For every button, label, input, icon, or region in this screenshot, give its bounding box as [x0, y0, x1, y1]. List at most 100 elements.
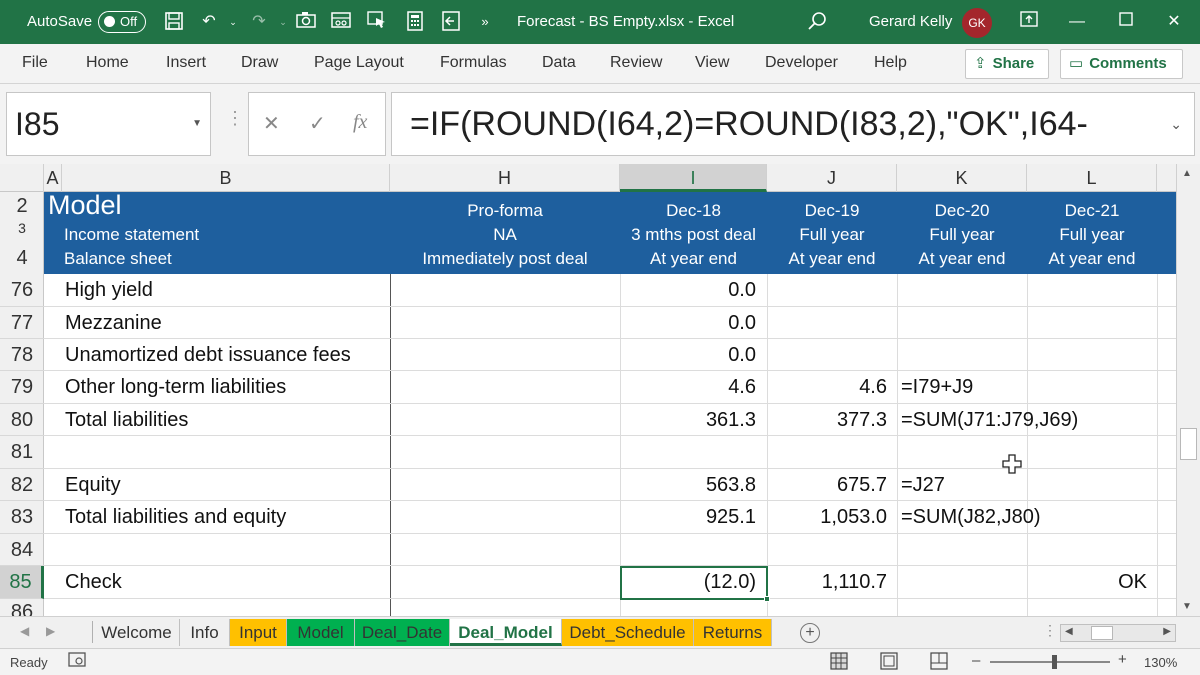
- cell-l83[interactable]: [1027, 501, 1147, 533]
- cell-k79[interactable]: =I79+J9: [901, 371, 973, 403]
- enter-icon[interactable]: ✓: [309, 111, 326, 136]
- undo-icon[interactable]: ↶: [198, 11, 220, 33]
- share-button[interactable]: ⇪ Share: [965, 49, 1049, 79]
- vertical-scroll-thumb[interactable]: [1180, 428, 1197, 460]
- row-header-79[interactable]: 79: [0, 371, 44, 404]
- row-header-84[interactable]: 84: [0, 534, 44, 566]
- fill-handle[interactable]: [764, 596, 770, 602]
- column-header-k[interactable]: K: [897, 164, 1027, 192]
- undo-dropdown-icon[interactable]: ⌄: [222, 11, 244, 33]
- horizontal-scrollbar[interactable]: ◀ ▶: [1060, 624, 1176, 642]
- sheet-tab-model[interactable]: Model: [287, 619, 355, 646]
- row-header-81[interactable]: 81: [0, 436, 44, 469]
- sheet-tab-deal-model[interactable]: Deal_Model: [450, 619, 562, 646]
- scroll-left-icon[interactable]: ◀: [1065, 626, 1073, 637]
- row-header-77[interactable]: 77: [0, 307, 44, 339]
- column-header-i[interactable]: I: [620, 164, 767, 192]
- redo-dropdown-icon[interactable]: ⌄: [272, 11, 294, 33]
- scroll-up-icon[interactable]: ▲: [1182, 168, 1192, 179]
- cell-b79[interactable]: Other long-term liabilities: [65, 371, 286, 403]
- tab-data[interactable]: Data: [542, 54, 576, 72]
- previous-sheet-icon[interactable]: ◀: [20, 624, 29, 638]
- cell-i80[interactable]: 361.3: [620, 404, 756, 436]
- cell-l80[interactable]: [1027, 404, 1147, 436]
- zoom-in-icon[interactable]: +: [1118, 651, 1127, 668]
- expand-formula-bar-icon[interactable]: ⌄: [1170, 93, 1182, 155]
- cell-k82[interactable]: =J27: [901, 469, 945, 501]
- cell-j82[interactable]: 675.7: [767, 469, 887, 501]
- sheet-tab-deal-date[interactable]: Deal_Date: [355, 619, 450, 646]
- redo-icon[interactable]: ↷: [248, 11, 270, 33]
- cell-i81[interactable]: [620, 436, 756, 468]
- cell-l76[interactable]: [1027, 274, 1147, 306]
- cell-i83[interactable]: 925.1: [620, 501, 756, 533]
- cell-l77[interactable]: [1027, 307, 1147, 339]
- row-header-3[interactable]: 3: [0, 221, 44, 235]
- tab-formulas[interactable]: Formulas: [440, 54, 507, 72]
- row-header-78[interactable]: 78: [0, 339, 44, 371]
- comments-button[interactable]: ▭ Comments: [1060, 49, 1183, 79]
- name-box[interactable]: I85 ▼: [6, 92, 211, 156]
- column-header-a[interactable]: A: [44, 164, 62, 192]
- formula-input[interactable]: =IF(ROUND(I64,2)=ROUND(I83,2),"OK",I64- …: [391, 92, 1195, 156]
- row-header-80[interactable]: 80: [0, 404, 44, 436]
- tab-view[interactable]: View: [695, 54, 729, 72]
- cell-l85[interactable]: OK: [1027, 566, 1147, 598]
- cell-j79[interactable]: 4.6: [767, 371, 887, 403]
- autosave-toggle[interactable]: Off: [98, 11, 146, 33]
- cell-b82[interactable]: Equity: [65, 469, 121, 501]
- tab-draw[interactable]: Draw: [241, 54, 278, 72]
- sheet-tab-debt-schedule[interactable]: Debt_Schedule: [562, 619, 694, 646]
- tab-page-layout[interactable]: Page Layout: [314, 54, 404, 72]
- tab-developer[interactable]: Developer: [765, 54, 838, 72]
- add-sheet-icon[interactable]: +: [800, 623, 820, 643]
- accessibility-icon[interactable]: [68, 652, 86, 671]
- cell-b83[interactable]: Total liabilities and equity: [65, 501, 286, 533]
- cell-i84[interactable]: [620, 534, 756, 566]
- cell-i78[interactable]: 0.0: [620, 339, 756, 371]
- tab-file[interactable]: File: [22, 54, 48, 72]
- tab-home[interactable]: Home: [86, 54, 129, 72]
- page-break-view-icon[interactable]: [930, 652, 948, 673]
- sheet-tab-info[interactable]: Info: [180, 619, 230, 646]
- exit-icon[interactable]: [440, 11, 462, 33]
- page-layout-view-icon[interactable]: [880, 652, 898, 673]
- cell-l79[interactable]: [1027, 371, 1147, 403]
- cell-l78[interactable]: [1027, 339, 1147, 371]
- sheet-tab-returns[interactable]: Returns: [694, 619, 772, 646]
- save-icon[interactable]: [163, 11, 185, 33]
- cell-i77[interactable]: 0.0: [620, 307, 756, 339]
- tab-splitter-icon[interactable]: ⋮: [1043, 622, 1057, 639]
- row-header-86[interactable]: 86: [0, 599, 44, 616]
- insert-function-icon[interactable]: fx: [353, 111, 367, 134]
- cell-b80[interactable]: Total liabilities: [65, 404, 188, 436]
- row-header-2[interactable]: 2: [0, 194, 44, 218]
- cell-j84[interactable]: [767, 534, 887, 566]
- worksheet-grid[interactable]: A B H I J K L 2 3 4 76 77 78 79 80 81 82…: [0, 164, 1176, 616]
- cell-l81[interactable]: [1027, 436, 1147, 468]
- tab-help[interactable]: Help: [874, 54, 907, 72]
- cancel-icon[interactable]: ✕: [263, 111, 280, 136]
- form-icon[interactable]: [330, 11, 352, 33]
- zoom-slider-knob[interactable]: [1052, 655, 1057, 669]
- zoom-out-icon[interactable]: –: [972, 652, 980, 669]
- scroll-down-icon[interactable]: ▼: [1182, 601, 1192, 612]
- camera-icon[interactable]: [295, 11, 317, 33]
- cell-l82[interactable]: [1027, 469, 1147, 501]
- next-sheet-icon[interactable]: ▶: [46, 624, 55, 638]
- cell-j78[interactable]: [767, 339, 887, 371]
- select-all-corner[interactable]: [0, 164, 44, 192]
- row-header-76[interactable]: 76: [0, 274, 44, 307]
- avatar[interactable]: GK: [962, 8, 992, 38]
- normal-view-icon[interactable]: [830, 652, 848, 673]
- more-commands-icon[interactable]: »: [474, 11, 496, 33]
- tab-review[interactable]: Review: [610, 54, 662, 72]
- cell-j76[interactable]: [767, 274, 887, 306]
- close-icon[interactable]: ✕: [1163, 11, 1185, 33]
- cell-l84[interactable]: [1027, 534, 1147, 566]
- formula-bar-splitter-icon[interactable]: ⋮: [226, 108, 244, 129]
- column-header-j[interactable]: J: [767, 164, 897, 192]
- cell-b78[interactable]: Unamortized debt issuance fees: [65, 339, 351, 371]
- select-object-icon[interactable]: [366, 11, 388, 33]
- calculator-icon[interactable]: [404, 11, 426, 33]
